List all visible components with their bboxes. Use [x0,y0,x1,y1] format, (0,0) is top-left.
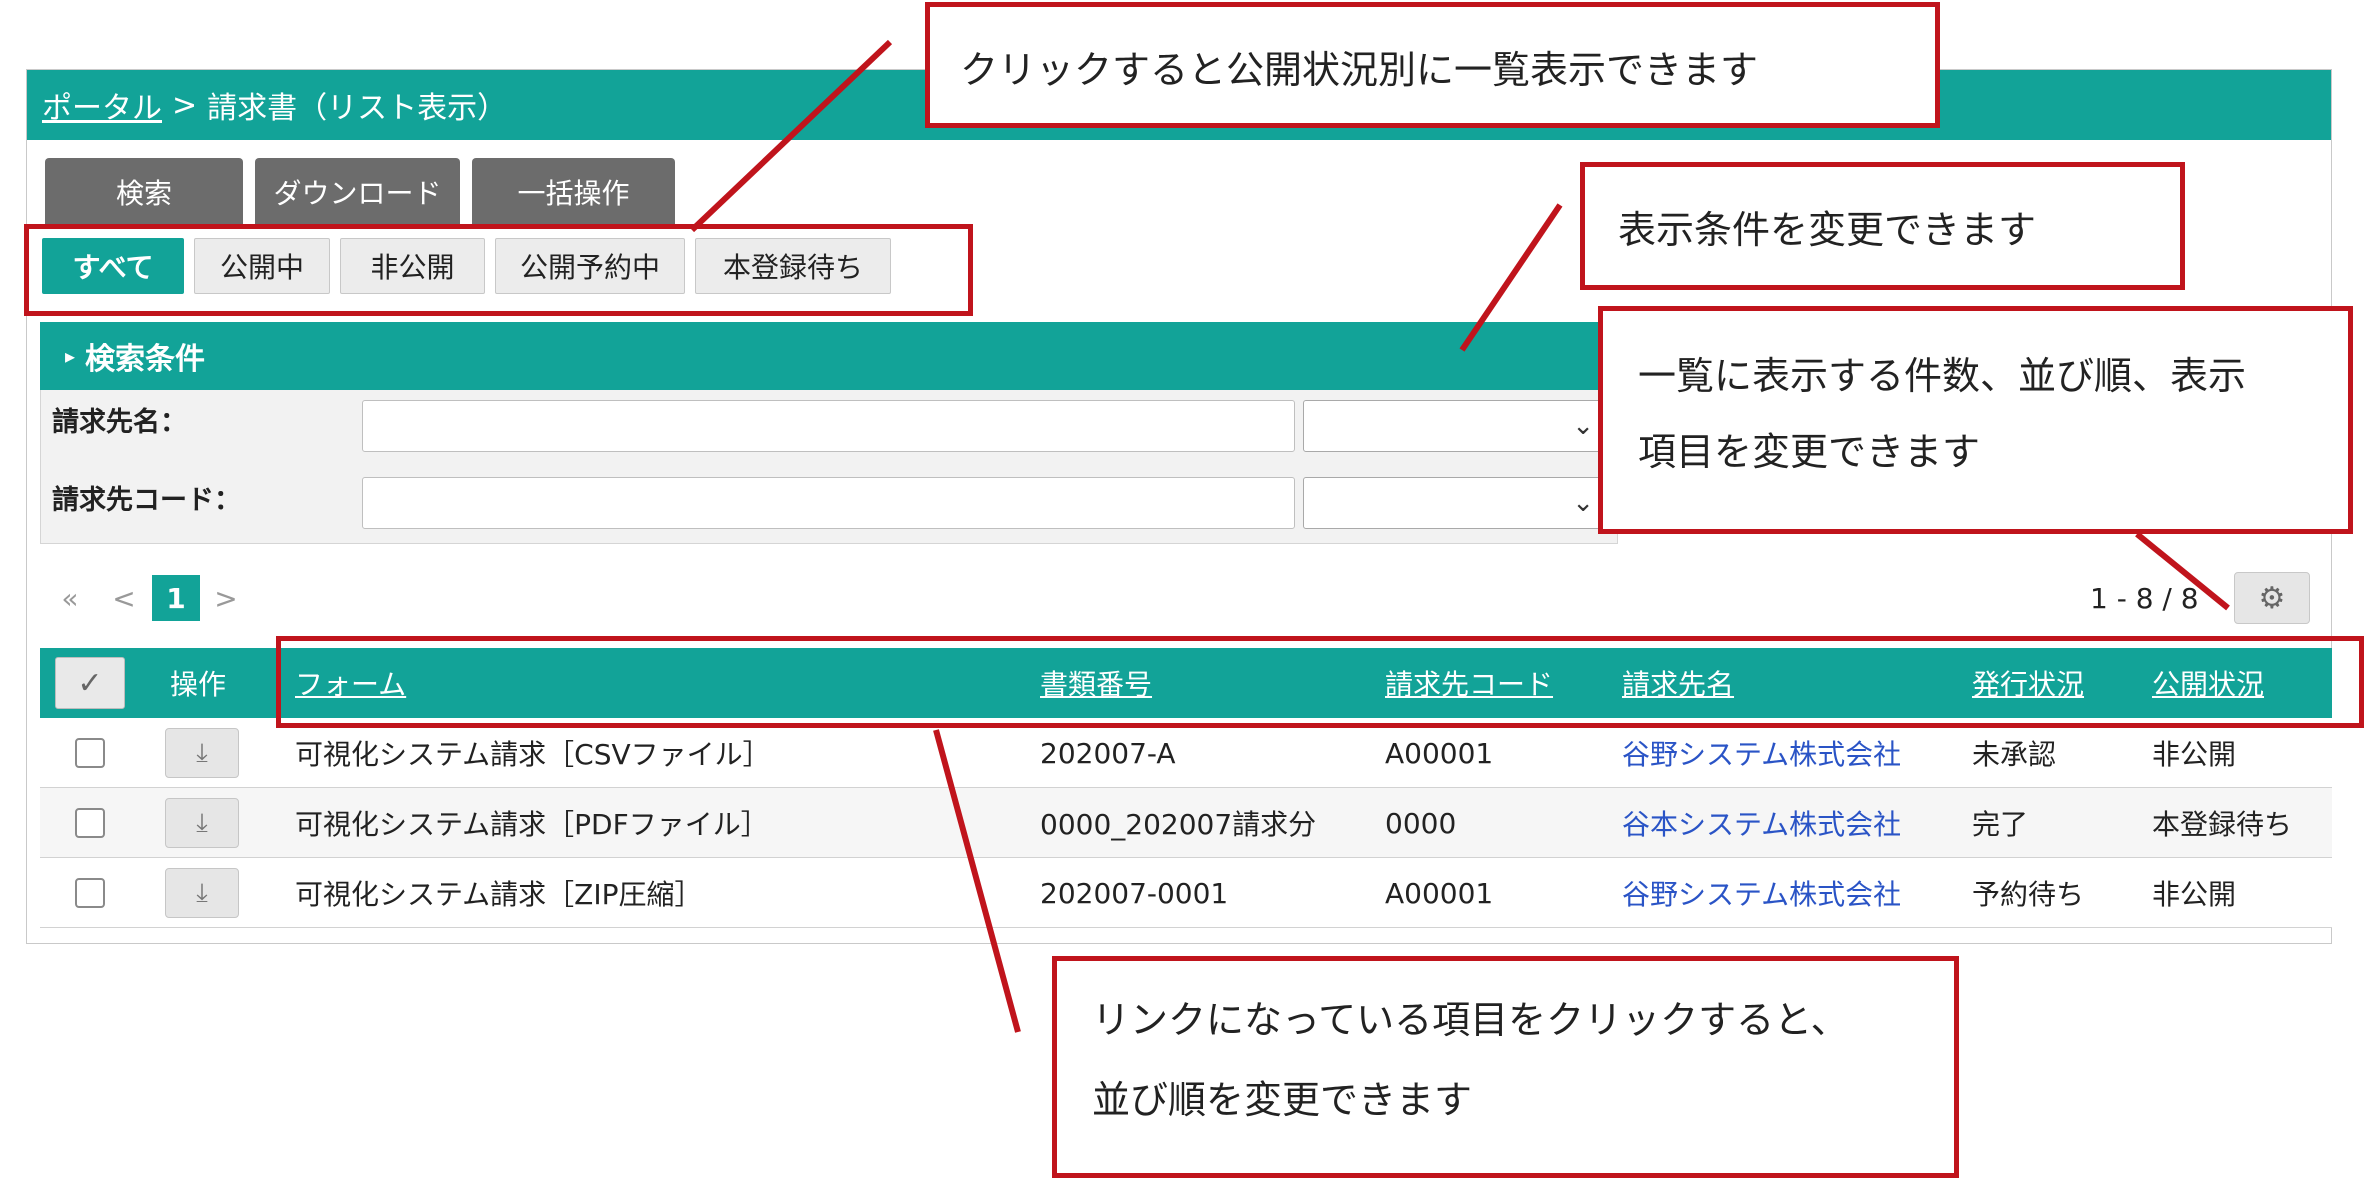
callout-settings-text-line1: 一覧に表示する件数、並び順、表示 [1638,354,2247,398]
callout-filter-tabs: クリックすると公開状況別に一覧表示できます [925,2,1940,128]
callout-search-conditions: 表示条件を変更できます [1580,162,2185,290]
callout-search-text: 表示条件を変更できます [1618,208,2037,252]
callout-sort-text-line2: 並び順を変更できます [1092,1078,1473,1122]
callout-filter-text: クリックすると公開状況別に一覧表示できます [960,48,1759,92]
callout-display-settings: 一覧に表示する件数、並び順、表示 項目を変更できます [1598,306,2353,534]
callout-sort-text-line1: リンクになっている項目をクリックすると、 [1092,998,1849,1042]
callout-settings-text-line2: 項目を変更できます [1638,430,1981,474]
callout-sort-order: リンクになっている項目をクリックすると、 並び順を変更できます [1052,956,1959,1178]
